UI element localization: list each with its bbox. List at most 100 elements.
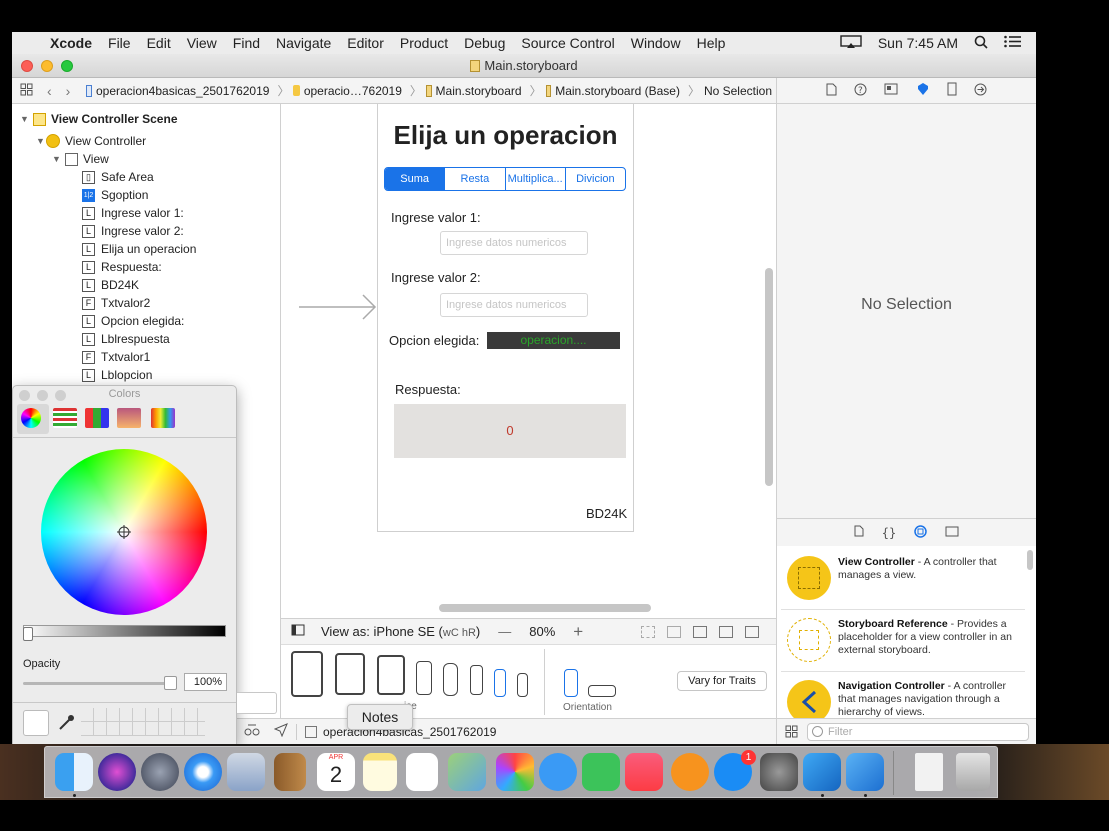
- device-iphone-x-icon[interactable]: [443, 663, 458, 696]
- disclosure-triangle-icon[interactable]: ▼: [52, 154, 62, 164]
- label-respuesta-value[interactable]: 0: [394, 404, 626, 458]
- outline-item[interactable]: L Ingrese valor 2:: [82, 222, 184, 240]
- calendar-icon[interactable]: APR 2: [317, 753, 355, 791]
- label-valor1[interactable]: Ingrese valor 1:: [391, 210, 481, 225]
- label-opcion-elegida[interactable]: Opcion elegida:: [389, 333, 479, 348]
- library-scrollbar[interactable]: [1027, 550, 1033, 570]
- notes-icon[interactable]: [363, 753, 397, 791]
- outline-item[interactable]: L Ingrese valor 1:: [82, 204, 184, 222]
- outline-item[interactable]: F Txtvalor1: [82, 348, 150, 366]
- add-constraints-icon[interactable]: [719, 625, 734, 638]
- menu-product[interactable]: Product: [392, 35, 456, 51]
- notification-center-icon[interactable]: [996, 35, 1036, 51]
- menu-window[interactable]: Window: [623, 35, 689, 51]
- device-ipad-pro-12-icon[interactable]: [291, 651, 323, 697]
- outline-item[interactable]: L Elija un operacion: [82, 240, 196, 258]
- menu-edit[interactable]: Edit: [139, 35, 179, 51]
- forward-icon[interactable]: ›: [66, 83, 71, 99]
- facetime-icon[interactable]: [582, 753, 620, 791]
- opacity-slider-thumb[interactable]: [164, 676, 177, 690]
- menu-editor[interactable]: Editor: [339, 35, 392, 51]
- color-palettes-tab-icon[interactable]: [85, 408, 109, 428]
- outline-item[interactable]: L Lblrespuesta: [82, 330, 170, 348]
- screen-title[interactable]: Elija un operacion: [377, 120, 634, 151]
- location-icon[interactable]: [273, 723, 288, 740]
- segment-divicion[interactable]: Divicion: [564, 168, 625, 190]
- device-iphone-8plus-icon[interactable]: [416, 661, 432, 695]
- outline-item[interactable]: L Respuesta:: [82, 258, 162, 276]
- contacts-icon[interactable]: [274, 753, 306, 791]
- image-palettes-tab-icon[interactable]: [117, 408, 141, 428]
- stack-icon[interactable]: [667, 625, 682, 638]
- outline-item[interactable]: 1|2 Sgoption: [82, 186, 148, 204]
- device-iphone-se-icon[interactable]: [494, 669, 506, 697]
- disclosure-triangle-icon[interactable]: ▼: [20, 114, 30, 124]
- label-respuesta[interactable]: Respuesta:: [395, 382, 461, 397]
- simulator-icon[interactable]: [846, 753, 884, 791]
- reminders-icon[interactable]: [406, 753, 438, 791]
- vertical-scrollbar[interactable]: [765, 268, 773, 486]
- outline-item[interactable]: L Opcion elegida:: [82, 312, 184, 330]
- color-swatches[interactable]: [81, 708, 205, 736]
- menu-debug[interactable]: Debug: [456, 35, 513, 51]
- vary-for-traits-button[interactable]: Vary for Traits: [677, 671, 767, 691]
- resolve-issues-icon[interactable]: [745, 625, 760, 638]
- entry-point-arrow[interactable]: [299, 292, 379, 322]
- messages-icon[interactable]: [539, 753, 577, 791]
- outline-item[interactable]: F Txtvalor2: [82, 294, 150, 312]
- outline-item[interactable]: ▯ Safe Area: [82, 168, 154, 186]
- breadcrumb-selection[interactable]: No Selection: [704, 84, 772, 98]
- outline-item[interactable]: L BD24K: [82, 276, 139, 294]
- size-inspector-icon[interactable]: [947, 82, 957, 99]
- library-filter-input[interactable]: Filter: [807, 723, 1029, 741]
- menu-view[interactable]: View: [179, 35, 225, 51]
- device-ipad-pro-10-icon[interactable]: [335, 653, 365, 695]
- color-wheel[interactable]: [41, 449, 207, 615]
- opacity-slider[interactable]: [23, 682, 175, 685]
- menu-app[interactable]: Xcode: [42, 35, 100, 51]
- textfield-valor2[interactable]: Ingrese datos numericos: [440, 293, 588, 317]
- breadcrumb-storyboard[interactable]: Main.storyboard: [436, 84, 522, 98]
- horizontal-scrollbar[interactable]: [439, 604, 651, 612]
- related-items-icon[interactable]: [20, 83, 33, 99]
- attributes-inspector-icon[interactable]: [916, 82, 930, 99]
- menu-file[interactable]: File: [100, 35, 139, 51]
- segment-resta[interactable]: Resta: [444, 168, 504, 190]
- eyedropper-icon[interactable]: [57, 714, 75, 735]
- menu-clock[interactable]: Sun 7:45 AM: [870, 35, 966, 51]
- connections-inspector-icon[interactable]: [974, 83, 987, 99]
- menu-find[interactable]: Find: [225, 35, 268, 51]
- library-item-view-controller[interactable]: View Controller - A controller that mana…: [781, 548, 1025, 610]
- menu-help[interactable]: Help: [689, 35, 734, 51]
- menu-source-control[interactable]: Source Control: [513, 35, 622, 51]
- update-frames-icon[interactable]: [641, 625, 656, 638]
- outline-filter-field[interactable]: [237, 692, 277, 714]
- object-library-icon[interactable]: [914, 524, 927, 541]
- textfield-valor1[interactable]: Ingrese datos numericos: [440, 231, 588, 255]
- media-library-icon[interactable]: [945, 526, 959, 540]
- brightness-slider[interactable]: [23, 625, 226, 637]
- system-preferences-icon[interactable]: [760, 753, 798, 791]
- library-item-storyboard-reference[interactable]: Storyboard Reference - Provides a placeh…: [781, 610, 1025, 672]
- launchpad-icon[interactable]: [141, 753, 179, 791]
- zoom-out-button[interactable]: —: [498, 624, 511, 639]
- library-item-navigation-controller[interactable]: Navigation Controller - A controller tha…: [781, 672, 1025, 718]
- ibooks-icon[interactable]: [671, 753, 709, 791]
- file-inspector-icon[interactable]: [826, 83, 837, 99]
- code-snippet-library-icon[interactable]: {}: [882, 526, 896, 540]
- maps-icon[interactable]: [448, 753, 486, 791]
- outline-controller-row[interactable]: ▼ View Controller: [36, 132, 146, 150]
- device-ipad-icon[interactable]: [377, 655, 405, 695]
- toggle-outline-icon[interactable]: [291, 624, 305, 639]
- xcode-icon[interactable]: [803, 753, 841, 791]
- breadcrumb-folder[interactable]: operacio…762019: [304, 84, 402, 98]
- portrait-orientation-icon[interactable]: [564, 669, 578, 697]
- outline-item[interactable]: L Lblopcion: [82, 366, 152, 384]
- debug-view-hierarchy-icon[interactable]: [244, 723, 260, 740]
- device-iphone-4s-icon[interactable]: [517, 673, 528, 697]
- zip-archive-icon[interactable]: [915, 753, 943, 791]
- back-icon[interactable]: ‹: [47, 83, 52, 99]
- photos-icon[interactable]: [496, 753, 534, 791]
- menu-navigate[interactable]: Navigate: [268, 35, 339, 51]
- color-wheel-tab-icon[interactable]: [21, 408, 41, 428]
